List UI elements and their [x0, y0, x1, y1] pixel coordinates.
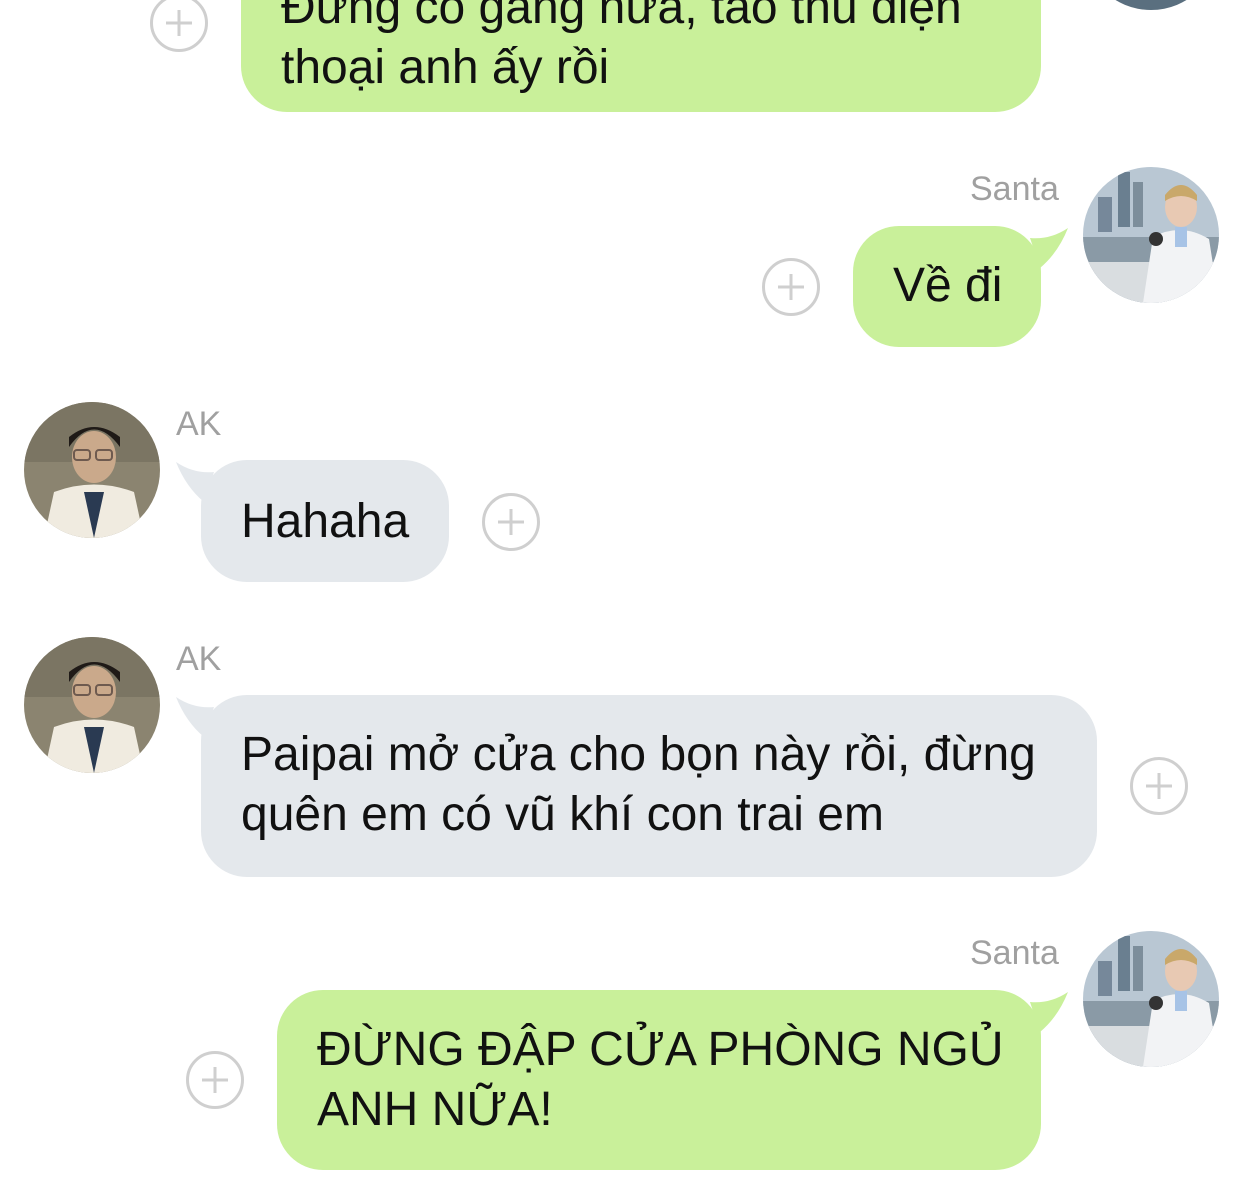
ak-avatar[interactable]	[24, 637, 160, 773]
add-reaction-icon[interactable]	[762, 258, 820, 316]
sender-name: Santa	[970, 934, 1059, 972]
santa-avatar[interactable]	[1083, 167, 1219, 303]
santa-avatar[interactable]	[1083, 0, 1219, 10]
sender-name: Santa	[970, 170, 1059, 208]
add-reaction-icon[interactable]	[150, 0, 208, 52]
add-reaction-icon[interactable]	[1130, 757, 1188, 815]
message-text: Hahaha	[241, 495, 410, 548]
message-text: Về đi	[893, 259, 1003, 312]
message-bubble-sent[interactable]: Về đi	[853, 226, 1041, 347]
message-bubble-received[interactable]: Hahaha	[201, 460, 449, 582]
sender-name: AK	[176, 405, 222, 443]
add-reaction-icon[interactable]	[482, 493, 540, 551]
sender-name: AK	[176, 640, 222, 678]
message-bubble-sent[interactable]: Đừng cố gắng nữa, tao thu điện thoại anh…	[241, 0, 1041, 112]
message-text: ĐỪNG ĐẬP CỬA PHÒNG NGỦ ANH NỮA!	[317, 1023, 1004, 1136]
message-bubble-received[interactable]: Paipai mở cửa cho bọn này rồi, đừng quên…	[201, 695, 1097, 877]
santa-avatar[interactable]	[1083, 931, 1219, 1067]
message-bubble-sent[interactable]: ĐỪNG ĐẬP CỬA PHÒNG NGỦ ANH NỮA!	[277, 990, 1041, 1170]
ak-avatar[interactable]	[24, 402, 160, 538]
message-text: Đừng cố gắng nữa, tao thu điện thoại anh…	[281, 0, 962, 94]
message-text: Paipai mở cửa cho bọn này rồi, đừng quên…	[241, 728, 1036, 841]
add-reaction-icon[interactable]	[186, 1051, 244, 1109]
